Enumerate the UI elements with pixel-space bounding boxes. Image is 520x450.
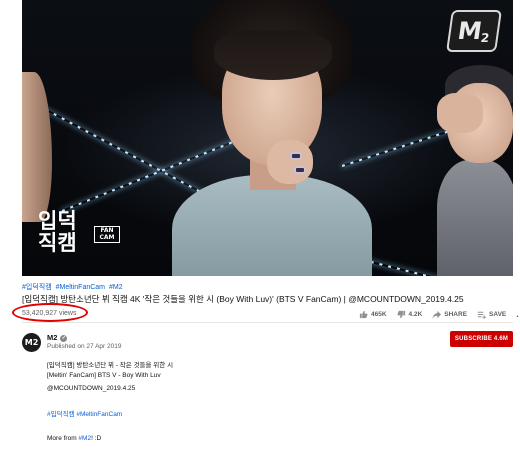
hashtag-link[interactable]: #MeltinFanCam <box>56 284 105 291</box>
video-actions: 465K 4.2K SHARE SAVE ... <box>359 309 520 319</box>
video-player[interactable]: M 2 입덕 직캠 FAN CAM <box>22 0 513 276</box>
save-button[interactable]: SAVE <box>477 310 506 319</box>
channel-avatar[interactable]: M2 <box>22 333 41 352</box>
channel-hashtag-link[interactable]: #M2 <box>78 435 91 442</box>
video-hashtags: #입덕직캠 #MeltinFanCam #M2 <box>22 282 125 292</box>
performer-main <box>172 0 372 276</box>
video-title: [입덕직캠] 방탄소년단 뷔 직캠 4K '작은 것들을 위한 시 (Boy W… <box>22 294 464 304</box>
share-icon <box>432 310 442 319</box>
publish-date: Published on 27 Apr 2019 <box>47 343 122 350</box>
channel-logo-watermark: M 2 <box>446 10 502 52</box>
fancam-watermark: 입덕 직캠 FAN CAM <box>38 210 120 254</box>
playlist-add-icon <box>477 311 487 319</box>
verified-check-icon: ✓ <box>60 334 68 342</box>
share-button[interactable]: SHARE <box>432 310 467 319</box>
description-line: [입덕직캠] 방탄소년단 뷔 - 작은 것들을 위한 시 <box>47 362 174 369</box>
description-line: [Meltin' FanCam] BTS V - Boy With Luv <box>47 372 161 379</box>
dislike-button[interactable]: 4.2K <box>397 310 422 319</box>
more-actions-button[interactable]: ... <box>516 309 520 319</box>
channel-name[interactable]: M2 ✓ <box>47 333 68 342</box>
divider <box>22 322 513 323</box>
thumbs-down-icon <box>397 310 405 318</box>
subscribe-button[interactable]: SUBSCRIBE 4.6M <box>450 331 513 347</box>
description-hashtags[interactable]: #입덕직캠 #MeltinFanCam <box>47 408 122 418</box>
hashtag-link[interactable]: #입덕직캠 <box>22 284 52 291</box>
description-more-from: More from #M2! :D <box>47 435 102 442</box>
performer-right <box>437 65 513 276</box>
thumbs-up-icon <box>359 310 368 318</box>
view-count: 53,420,927 views <box>22 310 77 317</box>
like-button[interactable]: 465K <box>359 310 387 319</box>
fancam-badge: FAN CAM <box>94 226 120 244</box>
hashtag-link[interactable]: #M2 <box>109 284 123 291</box>
description-line: @MCOUNTDOWN_2019.4.25 <box>47 385 136 392</box>
